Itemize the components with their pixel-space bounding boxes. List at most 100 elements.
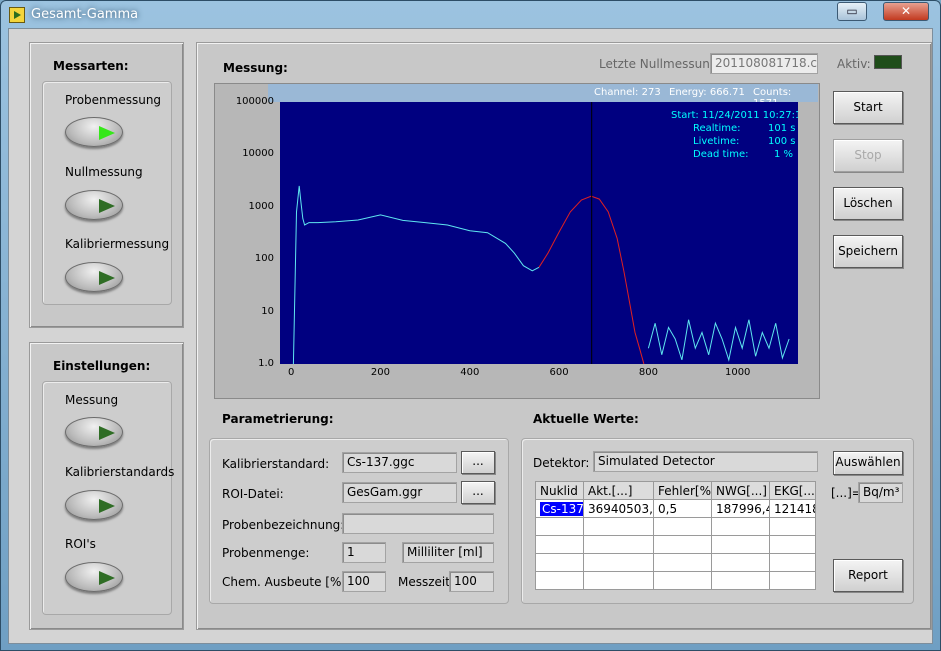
calib-label: Kalibrierstandard:	[222, 457, 330, 471]
table-cell[interactable]	[653, 517, 712, 536]
table-cell[interactable]	[583, 535, 654, 554]
time-field[interactable]: 100	[449, 571, 494, 592]
sample-name-label: Probenbezeichnung:	[222, 518, 345, 532]
settings-subpanel: Messung Kalibrierstandards ROI's	[42, 381, 175, 615]
labview-app-icon	[9, 7, 25, 23]
table-cell[interactable]	[583, 517, 654, 536]
mode-toggle-kalibriermessung[interactable]	[65, 262, 123, 292]
table-cell[interactable]	[535, 571, 584, 590]
settings-button-kalibrierstandards[interactable]	[65, 490, 123, 520]
info-start: Start: 11/24/2011 10:27:13	[671, 110, 798, 121]
calib-browse-button[interactable]: ...	[461, 451, 495, 474]
table-cell[interactable]	[769, 571, 816, 590]
table-cell[interactable]	[653, 553, 712, 572]
last-zero-label: Letzte Nullmessung:	[599, 57, 722, 71]
start-button[interactable]: Start	[833, 91, 903, 124]
spectrum-plot-area[interactable]: Start: 11/24/2011 10:27:13 Realtime: 101…	[280, 102, 798, 364]
x-tick-label: 800	[638, 367, 658, 378]
table-cell[interactable]	[583, 553, 654, 572]
yield-field[interactable]: 100	[342, 571, 386, 592]
nuclide-cell-selected[interactable]: Cs-137	[540, 501, 583, 516]
info-realtime-value: 101 s	[768, 123, 796, 134]
col-header-nuklid: Nuklid	[535, 481, 584, 500]
settings-button-rois[interactable]	[65, 562, 123, 592]
settings-label-rois: ROI's	[65, 537, 96, 551]
info-deadtime-value: 1 %	[774, 149, 794, 160]
unit-field[interactable]: Bq/m³	[858, 482, 903, 503]
active-label: Aktiv:	[837, 57, 871, 71]
modes-heading: Messarten:	[53, 59, 129, 73]
led-indicator-icon	[99, 199, 115, 213]
info-realtime-label: Realtime:	[693, 123, 741, 134]
mode-toggle-probenmessung[interactable]	[65, 117, 123, 147]
x-tick-label: 200	[370, 367, 391, 378]
amount-label: Probenmenge:	[222, 546, 310, 560]
amount-unit-select[interactable]: Milliliter [ml]	[402, 542, 494, 563]
table-cell[interactable]	[535, 535, 584, 554]
params-heading: Parametrierung:	[222, 412, 334, 426]
sample-name-field[interactable]	[342, 513, 494, 534]
table-row[interactable]	[535, 571, 816, 590]
mode-label-nullmessung: Nullmessung	[65, 165, 143, 179]
y-tick-label: 100	[254, 253, 274, 265]
table-cell[interactable]	[535, 517, 584, 536]
modes-subpanel: Probenmessung Nullmessung Kalibriermessu…	[42, 81, 172, 305]
cursor-channel: Channel: 273	[594, 87, 661, 98]
table-cell[interactable]	[711, 517, 770, 536]
spectrum-series-0	[292, 185, 540, 364]
save-button[interactable]: Speichern	[833, 235, 903, 268]
detector-field: Simulated Detector	[593, 451, 818, 472]
led-indicator-icon	[99, 126, 115, 140]
amount-field[interactable]: 1	[342, 542, 386, 563]
led-indicator-icon	[99, 571, 115, 585]
info-livetime-label: Livetime:	[693, 136, 740, 147]
calib-field[interactable]: Cs-137.ggc	[342, 452, 457, 473]
time-label: Messzeit:	[398, 575, 455, 589]
table-cell[interactable]	[535, 553, 584, 572]
modes-panel: Messarten: Probenmessung Nullmessung Kal…	[29, 42, 184, 328]
last-zero-field: 201108081718.chn	[710, 53, 818, 74]
title-bar: Gesamt-Gamma ▭ ✕	[1, 1, 940, 29]
mode-toggle-nullmessung[interactable]	[65, 190, 123, 220]
table-cell[interactable]: 187996,4	[711, 499, 770, 518]
settings-button-messung[interactable]	[65, 417, 123, 447]
table-cell[interactable]: Cs-137	[535, 499, 584, 518]
info-livetime-value: 100 s	[768, 136, 796, 147]
table-cell[interactable]	[711, 553, 770, 572]
restore-button[interactable]: ▭	[837, 2, 867, 21]
report-button[interactable]: Report	[833, 559, 903, 592]
roi-field[interactable]: GesGam.ggr	[342, 482, 457, 503]
table-row[interactable]	[535, 553, 816, 572]
close-button[interactable]: ✕	[883, 2, 929, 21]
table-row[interactable]	[535, 535, 816, 554]
table-cell[interactable]: 0,5	[653, 499, 712, 518]
table-cell[interactable]	[769, 535, 816, 554]
y-tick-label: 1000	[248, 200, 274, 212]
table-cell[interactable]: 36940503,8	[583, 499, 654, 518]
clear-button[interactable]: Löschen	[833, 187, 903, 220]
results-header-row: Nuklid Akt.[...] Fehler[%] NWG[...] EKG[…	[535, 481, 816, 500]
detector-label: Detektor:	[533, 456, 590, 470]
results-table[interactable]: Nuklid Akt.[...] Fehler[%] NWG[...] EKG[…	[535, 481, 816, 590]
select-detector-button[interactable]: Auswählen	[833, 451, 903, 475]
results-heading: Aktuelle Werte:	[533, 412, 639, 426]
col-header-nwg: NWG[...]	[711, 481, 770, 500]
table-cell[interactable]	[653, 571, 712, 590]
info-deadtime-label: Dead time:	[693, 149, 749, 160]
table-row[interactable]	[535, 517, 816, 536]
y-tick-label: 10000	[242, 148, 274, 160]
table-cell[interactable]	[711, 571, 770, 590]
stop-button[interactable]: Stop	[833, 139, 903, 172]
table-cell[interactable]	[583, 571, 654, 590]
roi-browse-button[interactable]: ...	[461, 481, 495, 504]
table-cell[interactable]: 121418,6	[769, 499, 816, 518]
settings-heading: Einstellungen:	[53, 359, 151, 373]
table-cell[interactable]	[769, 553, 816, 572]
settings-label-kalibrierstandards: Kalibrierstandards	[65, 465, 175, 479]
table-cell[interactable]	[711, 535, 770, 554]
table-cell[interactable]	[769, 517, 816, 536]
table-cell[interactable]	[653, 535, 712, 554]
table-row[interactable]: Cs-137 36940503,8 0,5 187996,4 121418,6	[535, 499, 816, 518]
col-header-akt: Akt.[...]	[583, 481, 654, 500]
y-tick-label: 10	[261, 305, 274, 317]
